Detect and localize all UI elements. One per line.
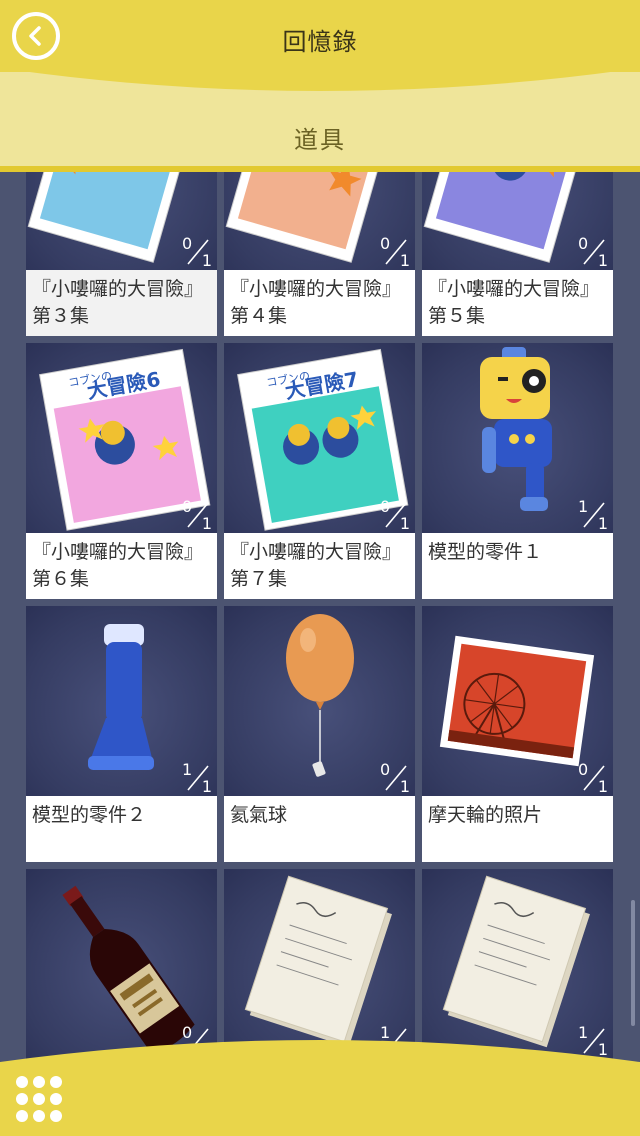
item-card[interactable]: 大冒險6 コブンの 01 『小嘍囉的大冒險』第６集 — [26, 343, 217, 599]
item-card[interactable]: 01 『小嘍囉的大冒險』第５集 — [422, 172, 613, 336]
item-image: 11 — [26, 606, 217, 796]
owned-counter: 01 — [380, 760, 410, 796]
item-label: 『小嘍囉的大冒險』第３集 — [26, 270, 217, 336]
header-bar: 回憶錄 — [0, 0, 640, 72]
item-card[interactable]: 大冒險7 コブンの 01 『小嘍囉的大冒險』第７集 — [224, 343, 415, 599]
item-image: 11 — [422, 343, 613, 533]
category-header: 道具 — [0, 70, 640, 174]
owned-counter: 01 — [380, 234, 410, 270]
item-card[interactable]: 01 摩天輪的照片 — [422, 606, 613, 862]
item-label: 『小嘍囉的大冒險』第５集 — [422, 270, 613, 336]
item-label: 氦氣球 — [224, 796, 415, 862]
item-image: 11 — [422, 869, 613, 1059]
item-card[interactable]: 11 — [224, 869, 415, 1062]
item-label: 摩天輪的照片 — [422, 796, 613, 862]
page-title: 回憶錄 — [282, 28, 358, 56]
owned-counter: 11 — [578, 497, 608, 533]
item-card[interactable]: 01 『小嘍囉的大冒險』第３集 — [26, 172, 217, 336]
item-image: 01 — [224, 172, 415, 270]
footer-bar — [0, 1040, 640, 1136]
item-card[interactable]: 01 『小嘍囉的大冒險』第４集 — [224, 172, 415, 336]
item-card[interactable]: 11 模型的零件２ — [26, 606, 217, 862]
item-image: 01 — [422, 606, 613, 796]
item-label: 『小嘍囉的大冒險』第７集 — [224, 533, 415, 599]
item-image: 11 — [224, 869, 415, 1059]
category-title: 道具 — [294, 126, 346, 154]
item-card[interactable]: 01 氦氣球 — [224, 606, 415, 862]
item-image: 01 — [224, 606, 415, 796]
item-card[interactable]: 11 模型的零件１ — [422, 343, 613, 599]
menu-button[interactable] — [14, 1074, 64, 1124]
item-label: 『小嘍囉的大冒險』第４集 — [224, 270, 415, 336]
item-label: 模型的零件２ — [26, 796, 217, 862]
item-label: 模型的零件１ — [422, 533, 613, 599]
item-image: 01 — [422, 172, 613, 270]
owned-counter: 01 — [578, 234, 608, 270]
owned-counter: 01 — [182, 234, 212, 270]
scrollbar[interactable] — [631, 900, 635, 1026]
item-card[interactable]: 01 — [26, 869, 217, 1062]
item-label: 『小嘍囉的大冒險』第６集 — [26, 533, 217, 599]
item-image: 大冒險7 コブンの 01 — [224, 343, 415, 533]
item-grid-viewport[interactable]: 01 『小嘍囉的大冒險』第３集 01 『小嘍囉的大冒險』第４集 0 1 『小嘍囉… — [0, 172, 640, 1062]
item-grid: 01 『小嘍囉的大冒險』第３集 01 『小嘍囉的大冒險』第４集 0 1 『小嘍囉… — [26, 172, 613, 1062]
grid-menu-icon — [16, 1076, 62, 1122]
item-image: 01 — [26, 172, 217, 270]
owned-counter: 01 — [578, 760, 608, 796]
item-card[interactable]: 11 — [422, 869, 613, 1062]
owned-counter: 01 — [182, 497, 212, 533]
owned-counter: 01 — [380, 497, 410, 533]
item-image: 大冒險6 コブンの 01 — [26, 343, 217, 533]
owned-counter: 11 — [182, 760, 212, 796]
item-image: 01 — [26, 869, 217, 1059]
